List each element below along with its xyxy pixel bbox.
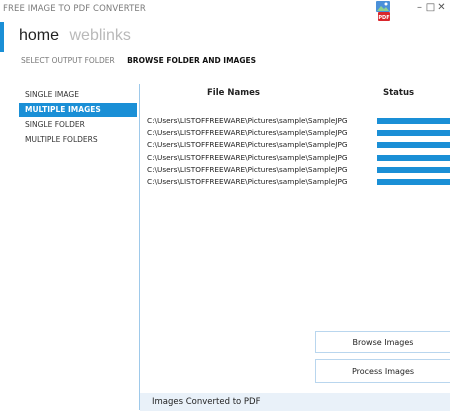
main-nav: home weblinks: [19, 27, 137, 45]
progress-fill: [377, 178, 450, 185]
file-path: C:\Users\LISTOFFREEWARE\Pictures\sample\…: [147, 164, 348, 174]
nav-weblinks[interactable]: weblinks: [69, 27, 130, 44]
sidebar-item-single-image[interactable]: SINGLE IMAGE: [19, 88, 137, 102]
table-row[interactable]: C:\Users\LISTOFFREEWARE\Pictures\sample\…: [147, 165, 450, 177]
status-progress-bar: [377, 142, 450, 149]
status-progress-bar: [377, 154, 450, 161]
minimize-icon[interactable]: –: [414, 2, 425, 13]
close-icon[interactable]: ✕: [436, 2, 447, 13]
process-images-button[interactable]: Process Images: [315, 359, 450, 383]
window-controls: – □ ✕: [414, 2, 447, 13]
nav-home[interactable]: home: [19, 27, 59, 44]
file-path: C:\Users\LISTOFFREEWARE\Pictures\sample\…: [147, 176, 348, 186]
file-path: C:\Users\LISTOFFREEWARE\Pictures\sample\…: [147, 140, 348, 150]
vertical-divider: [139, 84, 140, 410]
table-row[interactable]: C:\Users\LISTOFFREEWARE\Pictures\sample\…: [147, 177, 450, 189]
status-message: Images Converted to PDF: [152, 397, 261, 407]
tab-browse-folder-and-images[interactable]: BROWSE FOLDER AND IMAGES: [127, 56, 256, 65]
title-bar: FREE IMAGE TO PDF CONVERTER PDF – □ ✕: [0, 0, 450, 21]
file-path: C:\Users\LISTOFFREEWARE\Pictures\sample\…: [147, 116, 348, 125]
sidebar: SINGLE IMAGE MULTIPLE IMAGES SINGLE FOLD…: [19, 88, 137, 148]
progress-fill: [377, 166, 450, 173]
sidebar-item-multiple-folders[interactable]: MULTIPLE FOLDERS: [19, 133, 137, 147]
maximize-icon[interactable]: □: [425, 2, 436, 13]
column-header-file-names: File Names: [207, 88, 260, 98]
tab-select-output-folder[interactable]: SELECT OUTPUT FOLDER: [21, 56, 115, 65]
status-progress-bar: [377, 118, 450, 124]
table-row[interactable]: C:\Users\LISTOFFREEWARE\Pictures\sample\…: [147, 140, 450, 152]
file-path: C:\Users\LISTOFFREEWARE\Pictures\sample\…: [147, 152, 348, 162]
logo-text: PDF: [378, 15, 389, 21]
nav-accent-bar: [0, 22, 4, 52]
progress-fill: [377, 154, 450, 161]
table-row[interactable]: C:\Users\LISTOFFREEWARE\Pictures\sample\…: [147, 116, 450, 128]
table-row[interactable]: C:\Users\LISTOFFREEWARE\Pictures\sample\…: [147, 128, 450, 140]
status-progress-bar: [377, 178, 450, 185]
file-list: C:\Users\LISTOFFREEWARE\Pictures\sample\…: [147, 116, 450, 189]
progress-fill: [377, 118, 450, 124]
sidebar-item-single-folder[interactable]: SINGLE FOLDER: [19, 118, 137, 132]
file-path: C:\Users\LISTOFFREEWARE\Pictures\sample\…: [147, 128, 348, 138]
app-title: FREE IMAGE TO PDF CONVERTER: [3, 4, 146, 14]
sidebar-item-multiple-images[interactable]: MULTIPLE IMAGES: [19, 103, 137, 117]
pdf-converter-icon: PDF: [373, 0, 395, 22]
progress-fill: [377, 142, 450, 149]
status-progress-bar: [377, 166, 450, 173]
column-header-status: Status: [383, 88, 415, 98]
status-bar: Images Converted to PDF: [140, 393, 450, 411]
table-row[interactable]: C:\Users\LISTOFFREEWARE\Pictures\sample\…: [147, 153, 450, 165]
status-progress-bar: [377, 130, 450, 137]
sub-nav: SELECT OUTPUT FOLDER BROWSE FOLDER AND I…: [21, 56, 266, 65]
progress-fill: [377, 130, 450, 137]
browse-images-button[interactable]: Browse Images: [315, 331, 450, 353]
